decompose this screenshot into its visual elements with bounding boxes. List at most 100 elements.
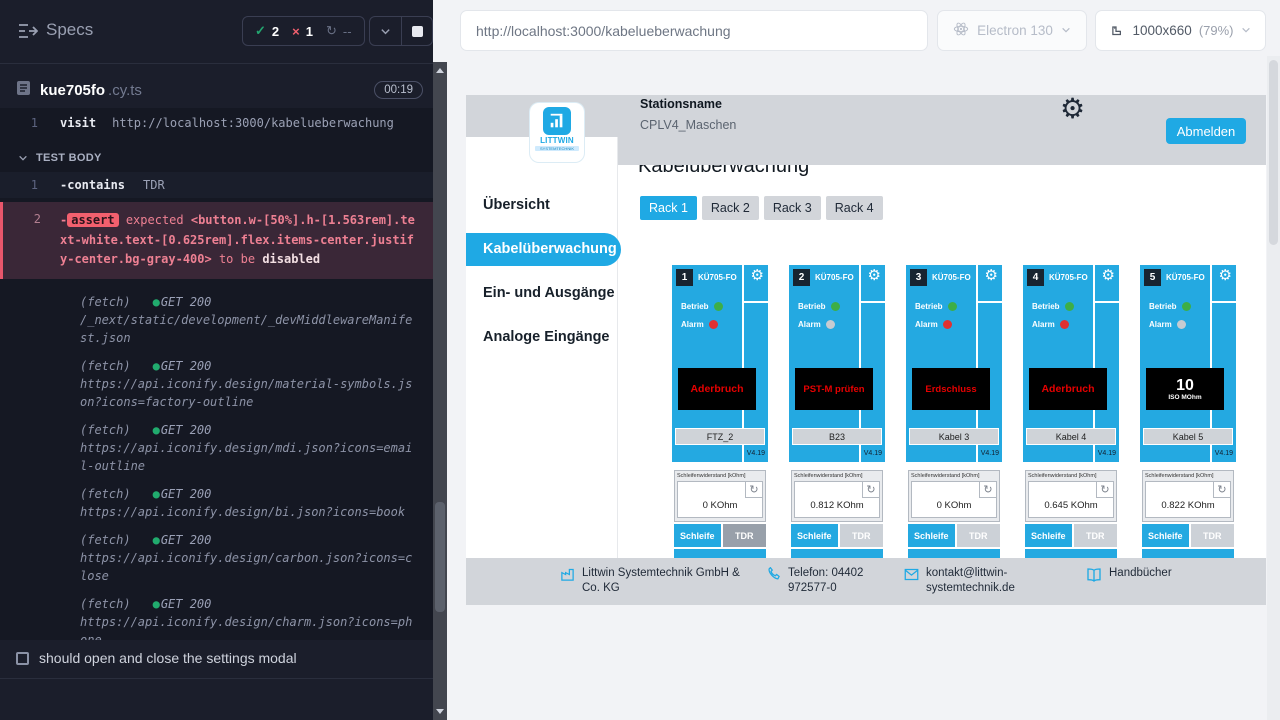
resistance-label: Schleifenwiderstand [kOhm] bbox=[1143, 471, 1233, 479]
card-buttons: SchleifeTDR bbox=[791, 524, 883, 547]
failed-count: ×1 bbox=[292, 24, 313, 39]
collapse-button[interactable] bbox=[370, 17, 401, 45]
tdr-button[interactable]: TDR bbox=[723, 524, 766, 547]
logo-text: LITTWIN bbox=[530, 136, 584, 145]
reporter-header: Specs ✓2 ×1 ↻-- bbox=[0, 0, 433, 62]
fetch-log-entry[interactable]: (fetch)●GET 200https://api.iconify.desig… bbox=[80, 595, 418, 641]
fetch-log-entry[interactable]: (fetch)●GET 200https://api.iconify.desig… bbox=[80, 357, 418, 411]
sidebar-item[interactable]: Analoge Eingänge bbox=[466, 315, 617, 359]
fetch-log: (fetch)●GET 200/_next/static/development… bbox=[80, 293, 418, 641]
settings-gear-icon[interactable]: ⚙ bbox=[1060, 95, 1085, 125]
tdr-button[interactable]: TDR bbox=[1074, 524, 1117, 547]
scroll-down-icon[interactable] bbox=[436, 709, 444, 714]
card-bottom-strip bbox=[674, 549, 766, 558]
alarm-label: Alarm bbox=[915, 320, 938, 329]
schleife-button[interactable]: Schleife bbox=[1142, 524, 1189, 547]
resistance-value-box: ↻ 0.645 KOhm bbox=[1028, 481, 1114, 518]
station-info: Stationsname CPLV4_Maschen bbox=[640, 97, 736, 132]
card-settings-icon[interactable]: ⚙ bbox=[1219, 266, 1232, 284]
fetch-log-entry[interactable]: (fetch)●GET 200https://api.iconify.desig… bbox=[80, 485, 418, 521]
schleife-button[interactable]: Schleife bbox=[674, 524, 721, 547]
url-input[interactable] bbox=[460, 10, 928, 51]
footer-item[interactable]: Littwin Systemtechnik GmbH & Co. KG bbox=[560, 566, 754, 596]
alarm-row: Alarm bbox=[1032, 320, 1069, 329]
app-preview: Stationsname CPLV4_Maschen ⚙ Abmelden Üb… bbox=[466, 95, 1266, 605]
refresh-icon[interactable]: ↻ bbox=[1213, 482, 1230, 498]
card-model: KÜ705-FO bbox=[1166, 273, 1205, 282]
refresh-icon[interactable]: ↻ bbox=[979, 482, 996, 498]
divider bbox=[744, 301, 768, 303]
sidebar-nav: ÜbersichtKabelüberwachungEin- und Ausgän… bbox=[466, 183, 617, 359]
reporter-scrollbar[interactable] bbox=[433, 62, 447, 720]
resistance-label: Schleifenwiderstand [kOhm] bbox=[792, 471, 882, 479]
footer-item[interactable]: Handbücher bbox=[1086, 566, 1172, 588]
tdr-button[interactable]: TDR bbox=[1191, 524, 1234, 547]
alarm-row: Alarm bbox=[915, 320, 952, 329]
sidebar-item[interactable]: Ein- und Ausgänge bbox=[466, 271, 617, 315]
status-display: PST-M prüfen bbox=[795, 368, 873, 410]
card-body: 5KÜ705-FO⚙BetriebAlarm10ISO MOhmKabel 5V… bbox=[1140, 265, 1236, 462]
sidebar-item[interactable]: Kabelüberwachung bbox=[466, 233, 621, 266]
fetch-log-entry[interactable]: (fetch)●GET 200https://api.iconify.desig… bbox=[80, 421, 418, 475]
alarm-label: Alarm bbox=[798, 320, 821, 329]
refresh-icon[interactable]: ↻ bbox=[745, 482, 762, 498]
card-settings-icon[interactable]: ⚙ bbox=[985, 266, 998, 284]
pending-test[interactable]: should open and close the settings modal bbox=[16, 650, 297, 666]
card-settings-icon[interactable]: ⚙ bbox=[1102, 266, 1115, 284]
divider bbox=[0, 678, 433, 679]
card-settings-icon[interactable]: ⚙ bbox=[751, 266, 764, 284]
resistance-panel: Schleifenwiderstand [kOhm]↻0.645 KOhm bbox=[1025, 470, 1117, 522]
success-dot-icon: ● bbox=[153, 597, 160, 611]
success-dot-icon: ● bbox=[153, 487, 160, 501]
failed-assert[interactable]: 2 -assert expected <button.w-[50%].h-[1.… bbox=[0, 202, 433, 279]
stop-button[interactable] bbox=[401, 17, 432, 45]
status-display: Erdschluss bbox=[912, 368, 990, 410]
refresh-icon[interactable]: ↻ bbox=[862, 482, 879, 498]
spec-file[interactable]: kue705fo.cy.ts 00:19 bbox=[16, 76, 423, 104]
test-body-section[interactable]: TEST BODY bbox=[18, 152, 433, 164]
scrollbar-thumb[interactable] bbox=[1269, 60, 1278, 245]
card-bottom-strip bbox=[1142, 549, 1234, 558]
refresh-icon[interactable]: ↻ bbox=[1096, 482, 1113, 498]
resistance-value-box: ↻0 KOhm bbox=[911, 481, 997, 518]
resistance-label: Schleifenwiderstand [kOhm] bbox=[909, 471, 999, 479]
card-number: 1 bbox=[676, 269, 693, 286]
card-number: 3 bbox=[910, 269, 927, 286]
fetch-log-entry[interactable]: (fetch)●GET 200/_next/static/development… bbox=[80, 293, 418, 347]
app-footer: Littwin Systemtechnik GmbH & Co. KG Telef… bbox=[466, 558, 1266, 605]
tdr-button[interactable]: TDR bbox=[840, 524, 883, 547]
visit-command[interactable]: 1 visithttp://localhost:3000/kabelueberw… bbox=[0, 110, 433, 136]
contains-command[interactable]: 1 -containsTDR bbox=[0, 172, 433, 198]
success-dot-icon: ● bbox=[153, 533, 160, 547]
scrollbar-thumb[interactable] bbox=[435, 502, 445, 612]
divider bbox=[978, 301, 1002, 303]
schleife-button[interactable]: Schleife bbox=[1025, 524, 1072, 547]
logout-button[interactable]: Abmelden bbox=[1166, 118, 1246, 144]
footer-text: kontakt@littwin-systemtechnik.de bbox=[926, 566, 1038, 596]
footer-item[interactable]: Telefon: 04402 972577-0 bbox=[766, 566, 908, 596]
sidebar-item[interactable]: Übersicht bbox=[466, 183, 617, 227]
card-settings-icon[interactable]: ⚙ bbox=[868, 266, 881, 284]
schleife-button[interactable]: Schleife bbox=[791, 524, 838, 547]
alarm-label: Alarm bbox=[681, 320, 704, 329]
alarm-label: Alarm bbox=[1149, 320, 1172, 329]
browser-select[interactable]: Electron 130 bbox=[937, 10, 1087, 51]
test-stats: ✓2 ×1 ↻-- bbox=[242, 16, 365, 46]
card-buttons: SchleifeTDR bbox=[1025, 524, 1117, 547]
card-model: KÜ705-FO bbox=[698, 273, 737, 282]
betrieb-led-icon bbox=[948, 302, 957, 311]
schleife-button[interactable]: Schleife bbox=[908, 524, 955, 547]
browser-pane: Electron 130 1000x660 (79%) Stationsname… bbox=[447, 0, 1280, 720]
tdr-button[interactable]: TDR bbox=[957, 524, 1000, 547]
cable-label: Kabel 4 bbox=[1026, 428, 1116, 445]
success-dot-icon: ● bbox=[153, 295, 160, 309]
cable-label: Kabel 3 bbox=[909, 428, 999, 445]
viewport-select[interactable]: 1000x660 (79%) bbox=[1095, 10, 1266, 51]
specs-menu-icon[interactable] bbox=[18, 23, 38, 44]
betrieb-led-icon bbox=[831, 302, 840, 311]
scroll-up-icon[interactable] bbox=[436, 68, 444, 73]
resistance-value: 0.645 KOhm bbox=[1029, 500, 1113, 511]
footer-item[interactable]: kontakt@littwin-systemtechnik.de bbox=[904, 566, 1038, 596]
page-scrollbar[interactable] bbox=[1267, 56, 1280, 720]
fetch-log-entry[interactable]: (fetch)●GET 200https://api.iconify.desig… bbox=[80, 531, 418, 585]
